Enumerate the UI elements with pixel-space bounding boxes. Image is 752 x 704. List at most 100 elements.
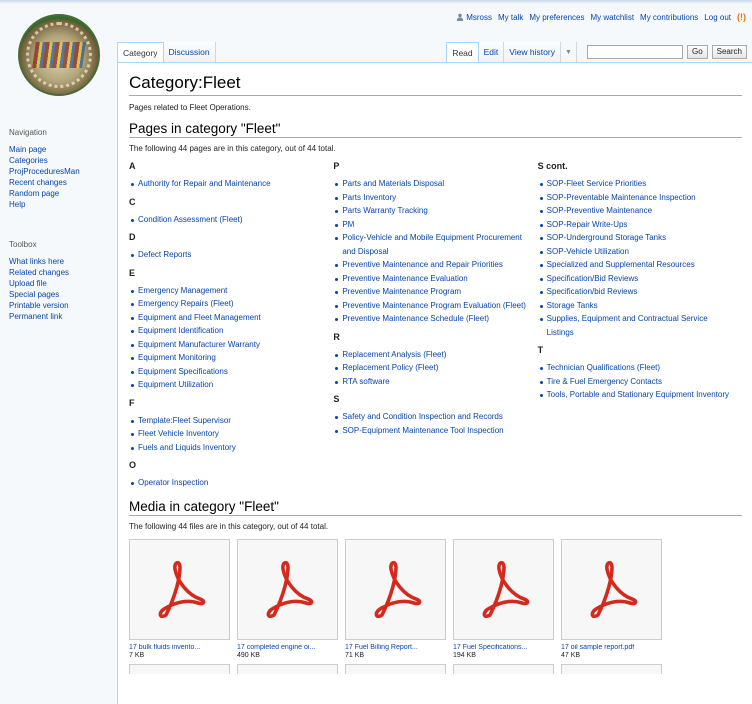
my-watchlist-link[interactable]: My watchlist xyxy=(590,13,634,22)
nav-proj-procedures[interactable]: ProjProceduresMan xyxy=(9,166,80,177)
category-page-link[interactable]: Equipment and Fleet Management xyxy=(129,311,327,325)
gallery-thumb[interactable] xyxy=(237,663,338,674)
toolbox-related-changes[interactable]: Related changes xyxy=(9,267,69,278)
toolbox-what-links-here[interactable]: What links here xyxy=(9,256,69,267)
gallery-item: 17 bulk fluids invento... 7 KB xyxy=(129,538,230,659)
file-name-link[interactable]: 17 oil sample report.pdf xyxy=(561,644,662,651)
toolbox-special-pages[interactable]: Special pages xyxy=(9,289,69,300)
category-page-link[interactable]: Condition Assessment (Fleet) xyxy=(129,213,327,227)
category-page-link[interactable]: Parts Inventory xyxy=(333,191,531,205)
media-gallery-row2 xyxy=(129,663,742,674)
my-contributions-link[interactable]: My contributions xyxy=(640,13,698,22)
nav-main-page[interactable]: Main page xyxy=(9,144,80,155)
file-size: 47 KB xyxy=(561,651,581,659)
my-talk-link[interactable]: My talk xyxy=(498,13,523,22)
category-page-link[interactable]: Emergency Management xyxy=(129,284,327,298)
page-list: Safety and Condition Inspection and Reco… xyxy=(333,410,531,437)
category-page-link[interactable]: Fuels and Liquids Inventory xyxy=(129,441,327,455)
category-page-link[interactable]: Tools, Portable and Stationary Equipment… xyxy=(538,388,736,402)
category-page-link[interactable]: Emergency Repairs (Fleet) xyxy=(129,297,327,311)
notification-icon[interactable]: (!) xyxy=(737,12,746,22)
letter-heading: O xyxy=(129,460,137,470)
category-page-link[interactable]: Policy-Vehicle and Mobile Equipment Proc… xyxy=(333,231,531,258)
category-page-link[interactable]: Specialized and Supplemental Resources xyxy=(538,258,736,272)
category-page-link[interactable]: Equipment Specifications xyxy=(129,365,327,379)
nav-help[interactable]: Help xyxy=(9,199,80,210)
file-name-link[interactable]: 17 Fuel Billing Report... xyxy=(345,644,446,651)
search-button[interactable]: Search xyxy=(711,45,747,59)
category-page-link[interactable]: Specification/bid Reviews xyxy=(538,285,736,299)
category-columns: A Authority for Repair and Maintenance C Co… xyxy=(129,161,742,496)
category-page-link[interactable]: Tire & Fuel Emergency Contacts xyxy=(538,375,736,389)
category-page-link[interactable]: Parts and Materials Disposal xyxy=(333,177,531,191)
file-name-link[interactable]: 17 bulk fluids invento... xyxy=(129,644,230,651)
tab-edit[interactable]: Edit xyxy=(478,42,505,62)
category-page-link[interactable]: SOP-Equipment Maintenance Tool Inspectio… xyxy=(333,424,531,438)
tab-read[interactable]: Read xyxy=(446,42,479,62)
category-page-link[interactable]: Equipment Manufacturer Warranty xyxy=(129,338,327,352)
category-page-link[interactable]: Preventive Maintenance Schedule (Fleet) xyxy=(333,312,531,326)
file-name-link[interactable]: 17 Fuel Specifications... xyxy=(453,644,554,651)
more-actions-dropdown[interactable]: ▼ xyxy=(561,42,577,62)
category-page-link[interactable]: Template:Fleet Supervisor xyxy=(129,414,327,428)
search-input[interactable] xyxy=(586,45,683,59)
category-page-link[interactable]: Preventive Maintenance Program Evaluatio… xyxy=(333,299,531,313)
category-page-link[interactable]: Fleet Vehicle Inventory xyxy=(129,427,327,441)
tab-view-history[interactable]: View history xyxy=(504,42,561,62)
file-name-link[interactable]: 17 completed engine oi... xyxy=(237,644,338,651)
category-page-link[interactable]: SOP-Preventable Maintenance Inspection xyxy=(538,191,736,205)
log-out-link[interactable]: Log out xyxy=(704,13,731,22)
site-logo[interactable] xyxy=(18,14,100,96)
category-page-link[interactable]: Replacement Policy (Fleet) xyxy=(333,361,531,375)
category-page-link[interactable]: Safety and Condition Inspection and Reco… xyxy=(333,410,531,424)
category-page-link[interactable]: PM xyxy=(333,218,531,232)
category-page-link[interactable]: Defect Reports xyxy=(129,248,327,262)
gallery-thumb[interactable] xyxy=(561,538,662,640)
toolbox-printable-version[interactable]: Printable version xyxy=(9,300,69,311)
category-page-link[interactable]: Preventive Maintenance Evaluation xyxy=(333,272,531,286)
category-page-link[interactable]: Preventive Maintenance and Repair Priori… xyxy=(333,258,531,272)
category-page-link[interactable]: SOP-Underground Storage Tanks xyxy=(538,231,736,245)
nav-categories[interactable]: Categories xyxy=(9,155,80,166)
nav-random-page[interactable]: Random page xyxy=(9,188,80,199)
category-page-link[interactable]: Operator Inspection xyxy=(129,476,327,490)
file-size: 194 KB xyxy=(453,651,476,659)
page-list: Operator Inspection xyxy=(129,476,327,490)
category-page-link[interactable]: SOP-Repair Write-Ups xyxy=(538,218,736,232)
tab-category[interactable]: Category xyxy=(117,42,164,62)
category-page-link[interactable]: SOP-Vehicle Utilization xyxy=(538,245,736,259)
pdf-icon xyxy=(590,560,637,619)
username-link[interactable]: Msross xyxy=(466,13,492,22)
category-page-link[interactable]: Replacement Analysis (Fleet) xyxy=(333,348,531,362)
category-page-link[interactable]: Supplies, Equipment and Contractual Serv… xyxy=(538,312,736,339)
toolbox-heading: Toolbox xyxy=(9,240,37,249)
gallery-thumb[interactable] xyxy=(453,538,554,640)
category-page-link[interactable]: SOP-Fleet Service Priorities xyxy=(538,177,736,191)
my-preferences-link[interactable]: My preferences xyxy=(529,13,584,22)
gallery-thumb[interactable] xyxy=(345,538,446,640)
category-page-link[interactable]: Specification/Bid Reviews xyxy=(538,272,736,286)
gallery-thumb[interactable] xyxy=(561,663,662,674)
category-page-link[interactable]: Technician Qualifications (Fleet) xyxy=(538,361,736,375)
category-page-link[interactable]: SOP-Preventive Maintenance xyxy=(538,204,736,218)
category-page-link[interactable]: Storage Tanks xyxy=(538,299,736,313)
category-page-link[interactable]: Authority for Repair and Maintenance xyxy=(129,177,327,191)
nav-recent-changes[interactable]: Recent changes xyxy=(9,177,80,188)
category-page-link[interactable]: Equipment Identification xyxy=(129,324,327,338)
category-page-link[interactable]: RTA software xyxy=(333,375,531,389)
go-button[interactable]: Go xyxy=(686,45,708,59)
toolbox-upload-file[interactable]: Upload file xyxy=(9,278,69,289)
category-page-link[interactable]: Preventive Maintenance Program xyxy=(333,285,531,299)
gallery-thumb[interactable] xyxy=(237,538,338,640)
category-page-link[interactable]: Equipment Monitoring xyxy=(129,351,327,365)
user-link[interactable]: Msross xyxy=(456,13,492,22)
logo-emblem xyxy=(32,42,86,68)
tab-discussion[interactable]: Discussion xyxy=(163,42,216,62)
toolbox-permanent-link[interactable]: Permanent link xyxy=(9,311,69,322)
gallery-thumb[interactable] xyxy=(129,663,230,674)
gallery-thumb[interactable] xyxy=(453,663,554,674)
gallery-thumb[interactable] xyxy=(129,538,230,640)
category-page-link[interactable]: Parts Warranty Tracking xyxy=(333,204,531,218)
category-page-link[interactable]: Equipment Utilization xyxy=(129,378,327,392)
gallery-thumb[interactable] xyxy=(345,663,446,674)
